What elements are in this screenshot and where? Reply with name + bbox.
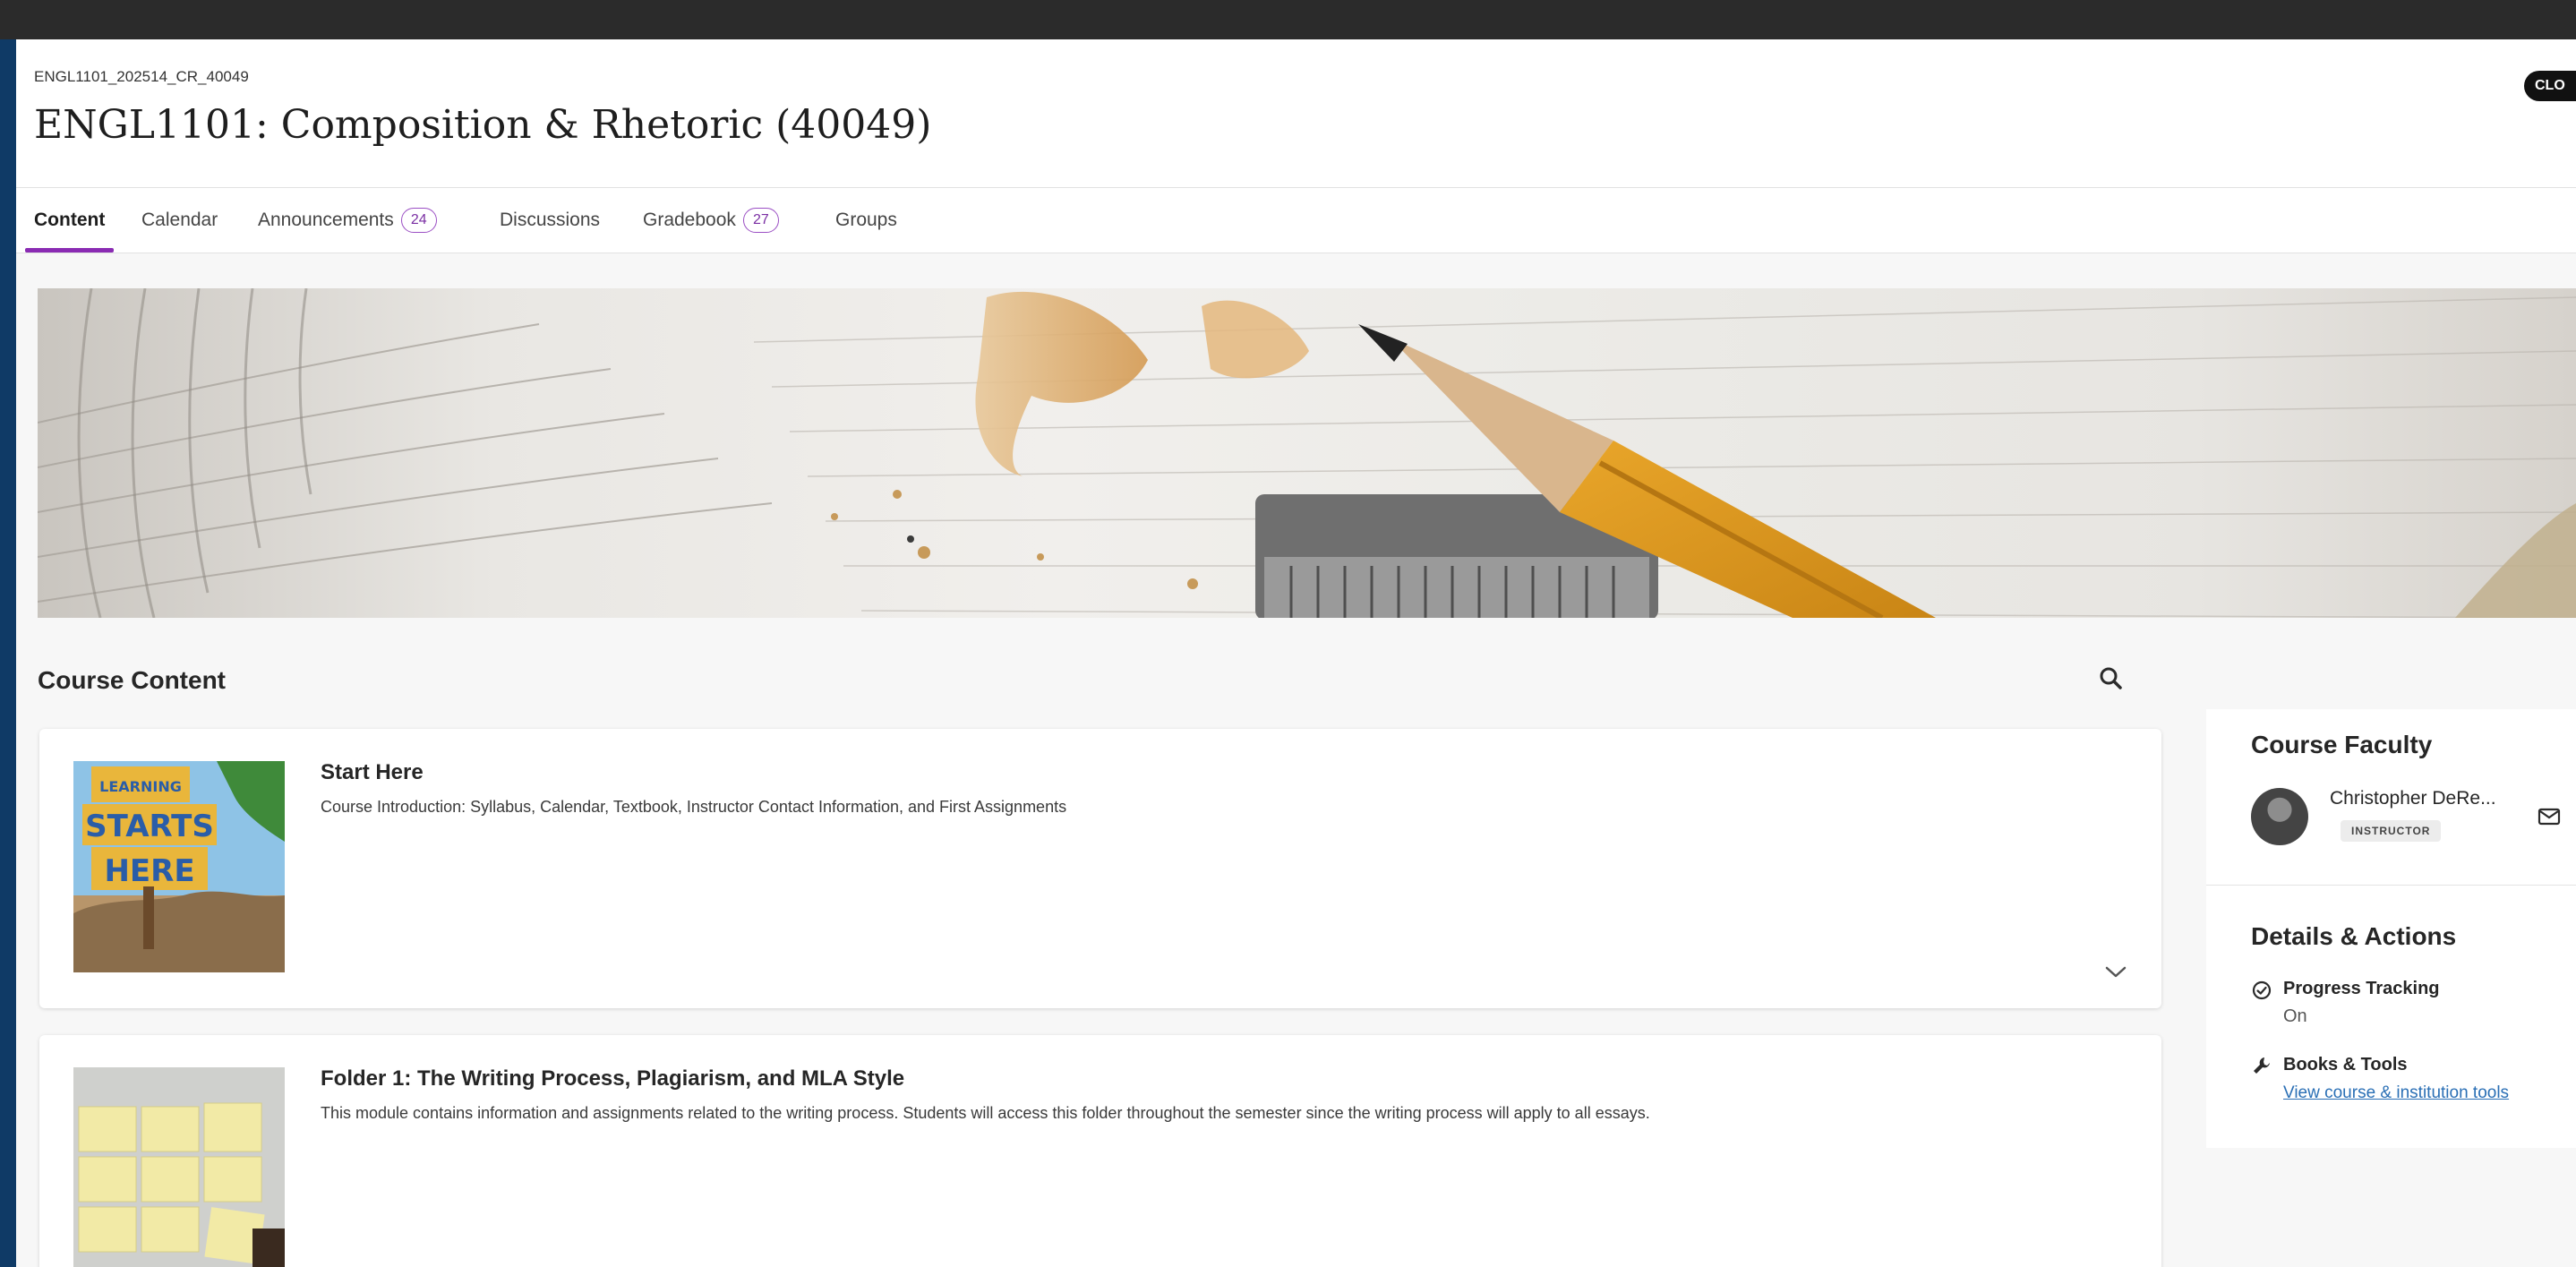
chevron-down-icon bbox=[2105, 966, 2127, 978]
tab-label: Discussions bbox=[500, 210, 601, 230]
tab-discussions[interactable]: Discussions bbox=[500, 188, 600, 253]
start-here-sign-image: LEARNING STARTS HERE bbox=[73, 761, 285, 972]
start-here-thumbnail: LEARNING STARTS HERE bbox=[73, 761, 285, 972]
search-icon bbox=[2100, 667, 2122, 689]
tab-calendar[interactable]: Calendar bbox=[141, 188, 218, 253]
progress-check-icon bbox=[2251, 980, 2272, 1001]
content-item-start-here[interactable]: LEARNING STARTS HERE Start Here Course I… bbox=[39, 729, 2161, 1008]
content-item-description: Course Introduction: Syllabus, Calendar,… bbox=[321, 798, 1067, 816]
close-button[interactable]: CLO bbox=[2524, 71, 2576, 101]
tab-label: Gradebook bbox=[643, 210, 736, 230]
sticky-notes-image bbox=[73, 1067, 285, 1267]
course-content-heading: Course Content bbox=[38, 666, 226, 694]
content-item-folder-1[interactable]: Folder 1: The Writing Process, Plagiaris… bbox=[39, 1035, 2161, 1267]
avatar[interactable] bbox=[2251, 788, 2308, 845]
faculty-name[interactable]: Christopher DeRe... bbox=[2330, 788, 2496, 809]
sign-line-2: STARTS bbox=[85, 809, 214, 844]
tab-label: Groups bbox=[835, 210, 897, 230]
tab-label: Announcements bbox=[258, 210, 394, 230]
tab-gradebook[interactable]: Gradebook 27 bbox=[643, 188, 779, 253]
announcements-count-badge: 24 bbox=[400, 208, 437, 234]
sign-line-1: LEARNING bbox=[99, 778, 182, 795]
course-faculty-heading: Course Faculty bbox=[2251, 731, 2433, 758]
details-actions-heading: Details & Actions bbox=[2251, 922, 2457, 950]
content-item-title[interactable]: Start Here bbox=[321, 760, 424, 785]
envelope-icon bbox=[2537, 808, 2561, 826]
content-item-description: This module contains information and ass… bbox=[321, 1104, 1650, 1122]
tab-label: Calendar bbox=[141, 210, 218, 230]
search-button[interactable] bbox=[2093, 661, 2129, 697]
tab-label: Content bbox=[34, 210, 106, 230]
wrench-icon bbox=[2251, 1055, 2272, 1076]
course-banner-image bbox=[38, 288, 2576, 618]
role-badge: INSTRUCTOR bbox=[2341, 820, 2442, 842]
message-instructor-button[interactable] bbox=[2537, 808, 2561, 826]
progress-tracking-label: Progress Tracking bbox=[2283, 979, 2440, 998]
course-tabs: Content Calendar Announcements 24 Discuss… bbox=[16, 188, 2576, 253]
course-panel: ENGL1101_202514_CR_40049 ENGL1101: Compo… bbox=[16, 39, 2576, 1267]
course-header: ENGL1101_202514_CR_40049 ENGL1101: Compo… bbox=[16, 39, 2576, 188]
gradebook-count-badge: 27 bbox=[742, 208, 779, 234]
course-sidebar: Course Faculty Christopher DeRe... INSTR… bbox=[2206, 709, 2576, 1148]
tab-content[interactable]: Content bbox=[24, 188, 115, 253]
progress-tracking-value[interactable]: On bbox=[2283, 1006, 2307, 1027]
course-code: ENGL1101_202514_CR_40049 bbox=[34, 68, 249, 85]
browser-top-strip bbox=[0, 0, 2576, 41]
page-title: ENGL1101: Composition & Rhetoric (40049) bbox=[34, 102, 932, 148]
tab-announcements[interactable]: Announcements 24 bbox=[258, 188, 437, 253]
books-tools-label: Books & Tools bbox=[2283, 1055, 2408, 1074]
tab-groups[interactable]: Groups bbox=[835, 188, 897, 253]
view-tools-link[interactable]: View course & institution tools bbox=[2283, 1083, 2509, 1103]
sign-line-3: HERE bbox=[104, 853, 194, 889]
folder-1-thumbnail bbox=[73, 1067, 285, 1267]
sidebar-divider bbox=[2206, 885, 2576, 886]
content-item-title[interactable]: Folder 1: The Writing Process, Plagiaris… bbox=[321, 1066, 904, 1092]
pencil-notebook-illustration bbox=[38, 288, 2576, 618]
expand-button[interactable] bbox=[2102, 963, 2129, 981]
